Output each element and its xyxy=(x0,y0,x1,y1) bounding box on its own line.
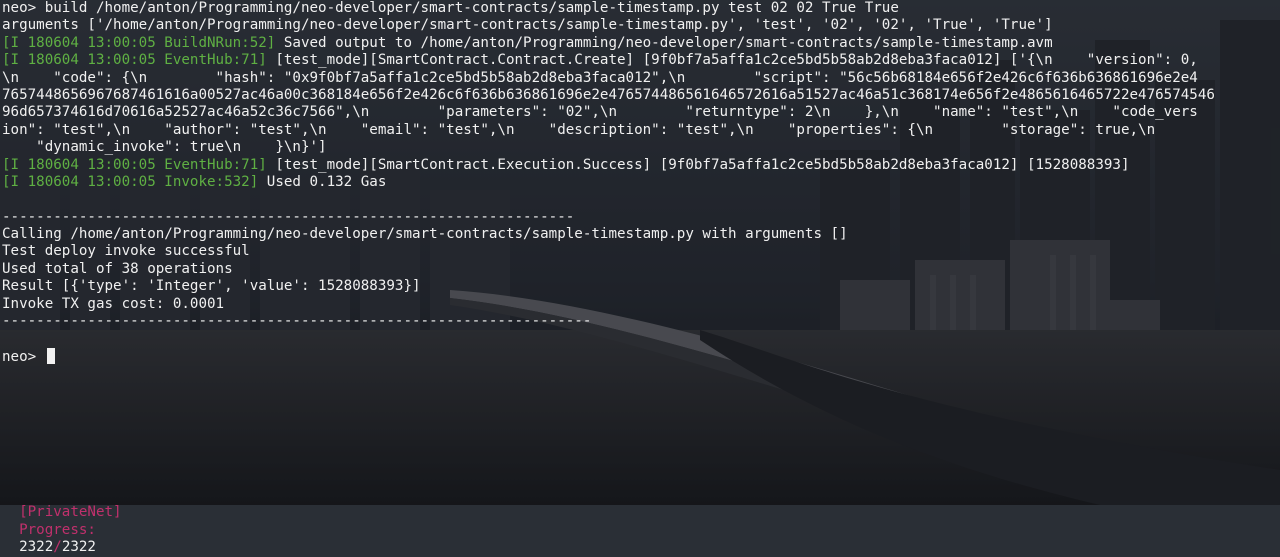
log-text: ----------------------------------------… xyxy=(2,313,592,330)
terminal-line: [I 180604 13:00:05 BuildNRun:52] Saved o… xyxy=(2,35,1280,52)
log-text: Result [{'type': 'Integer', 'value': 152… xyxy=(2,278,421,295)
text-cursor[interactable] xyxy=(46,347,55,364)
terminal-line: \n "code": {\n "hash": "0x9f0bf7a5affa1c… xyxy=(2,70,1280,87)
log-text: arguments ['/home/anton/Programming/neo-… xyxy=(2,17,1053,34)
status-bar: [PrivateNet] Progress: 2322/2322 xyxy=(2,487,122,557)
terminal-line: [I 180604 13:00:05 Invoke:532] Used 0.13… xyxy=(2,174,1280,191)
terminal-line: ion": "test",\n "author": "test",\n "ema… xyxy=(2,122,1280,139)
log-text: [test_mode][SmartContract.Execution.Succ… xyxy=(266,156,1130,173)
log-text: Saved output to /home/anton/Programming/… xyxy=(275,34,1053,51)
terminal-line: 96d657374616d70616a52527ac46a52c36c7566"… xyxy=(2,104,1280,121)
terminal-line: "dynamic_invoke": true\n }\n}'] xyxy=(2,139,1280,156)
terminal-line: ----------------------------------------… xyxy=(2,313,1280,330)
network-tag: [PrivateNet] xyxy=(19,504,122,521)
progress-label: Progress: xyxy=(19,521,96,538)
log-prefix: [I 180604 13:00:05 BuildNRun:52] xyxy=(2,34,276,51)
log-prefix: [I 180604 13:00:05 EventHub:71] xyxy=(2,156,267,173)
log-text: Calling /home/anton/Programming/neo-deve… xyxy=(2,226,848,243)
terminal-line: Calling /home/anton/Programming/neo-deve… xyxy=(2,226,1280,243)
log-text: 7657448656967687461616a00527ac46a00c3681… xyxy=(2,86,1215,103)
terminal-line: neo> xyxy=(2,347,1280,365)
log-prefix: [I 180604 13:00:05 Invoke:532] xyxy=(2,173,259,190)
log-text: [test_mode][SmartContract.Contract.Creat… xyxy=(266,52,1198,69)
log-text: ----------------------------------------… xyxy=(2,208,575,225)
log-text: Used 0.132 Gas xyxy=(258,173,387,190)
terminal-line: Used total of 38 operations xyxy=(2,261,1280,278)
terminal-line: Test deploy invoke successful xyxy=(2,243,1280,260)
progress-separator: / xyxy=(53,539,62,556)
terminal-line: Result [{'type': 'Integer', 'value': 152… xyxy=(2,278,1280,295)
terminal-line: ----------------------------------------… xyxy=(2,209,1280,226)
terminal-line: neo> build /home/anton/Programming/neo-d… xyxy=(2,0,1280,17)
terminal-line: 7657448656967687461616a00527ac46a00c3681… xyxy=(2,87,1280,104)
log-text: ion": "test",\n "author": "test",\n "ema… xyxy=(2,121,1156,138)
terminal-line: [I 180604 13:00:05 EventHub:71] [test_mo… xyxy=(2,52,1280,69)
log-text: Invoke TX gas cost: 0.0001 xyxy=(2,295,225,312)
log-text: Test deploy invoke successful xyxy=(2,243,250,260)
terminal-line: [I 180604 13:00:05 EventHub:71] [test_mo… xyxy=(2,157,1280,174)
terminal-line: Invoke TX gas cost: 0.0001 xyxy=(2,296,1280,313)
terminal-line: arguments ['/home/anton/Programming/neo-… xyxy=(2,17,1280,34)
terminal-output[interactable]: neo> build /home/anton/Programming/neo-d… xyxy=(2,0,1280,505)
log-prefix: [I 180604 13:00:05 EventHub:71] xyxy=(2,52,267,69)
log-text: neo> xyxy=(2,348,45,365)
log-text: "dynamic_invoke": true\n }\n}'] xyxy=(2,139,327,156)
progress-total: 2322 xyxy=(61,539,96,556)
progress-current: 2322 xyxy=(19,539,54,556)
log-text: \n "code": {\n "hash": "0x9f0bf7a5affa1c… xyxy=(2,69,1198,86)
log-text: 96d657374616d70616a52527ac46a52c36c7566"… xyxy=(2,104,1198,121)
log-text: neo> build /home/anton/Programming/neo-d… xyxy=(2,0,899,16)
log-text: Used total of 38 operations xyxy=(2,260,233,277)
